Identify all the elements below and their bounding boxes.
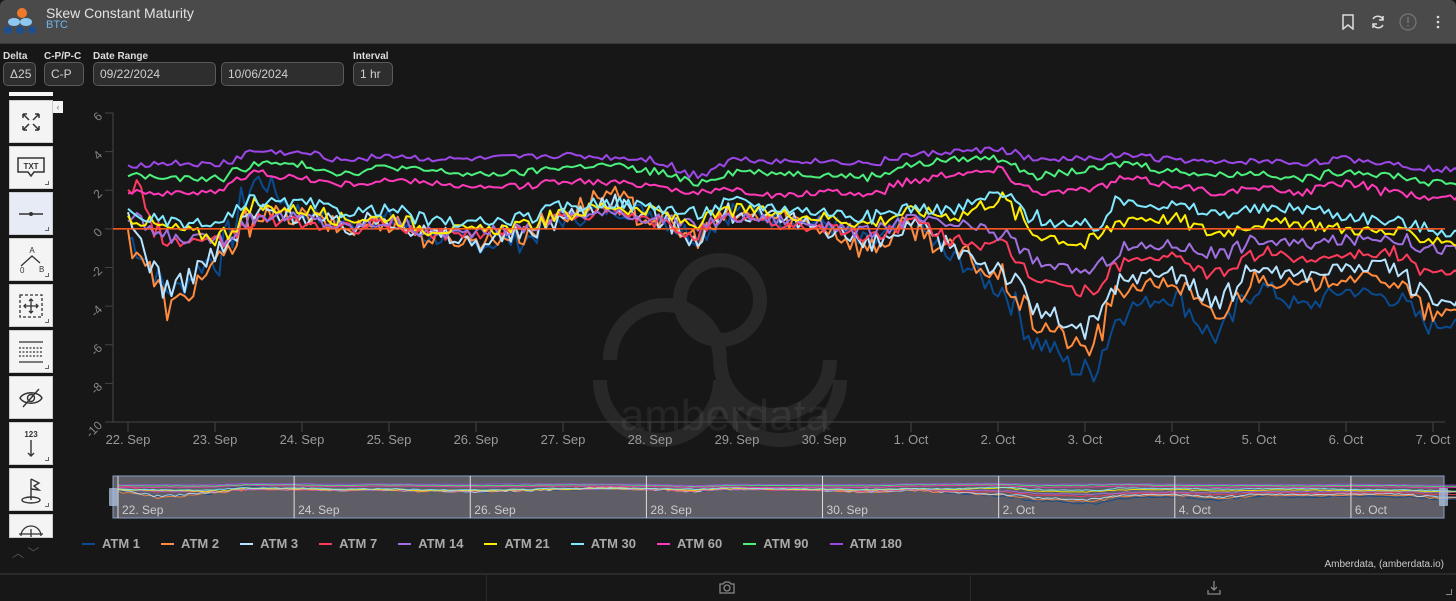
x-tick-label: 3. Oct — [1068, 432, 1103, 447]
legend-label: ATM 60 — [676, 536, 723, 551]
x-tick-label: 5. Oct — [1242, 432, 1277, 447]
x-tick-label: 4. Oct — [1155, 432, 1190, 447]
skew-chart: amberdata 6420-2-4-6-8-10 22. Sep 23. Sep… — [83, 109, 1456, 519]
legend-item[interactable]: ATM 2 — [161, 536, 219, 551]
legend-swatch — [161, 542, 175, 545]
toolbar-scroll-arrows[interactable]: ︿ ﹀ — [12, 544, 39, 561]
chart-legend: ATM 1 ATM 2 ATM 3 ATM 7 ATM 14 ATM 21 ATM 30 AT… — [82, 536, 923, 551]
legend-label: ATM 3 — [260, 536, 299, 551]
legend-item[interactable]: ATM 21 — [484, 536, 550, 551]
navigator-tick-label: 6. Oct — [1355, 503, 1388, 517]
y-axis: 6 4 2 0 -2 -4 -6 -8 -10 — [83, 109, 114, 440]
legend-item[interactable]: ATM 30 — [570, 536, 636, 551]
credits-link[interactable]: Amberdata, (amberdata.io) — [1324, 559, 1444, 570]
y-tick-label: -10 — [83, 418, 105, 440]
resize-handle[interactable] — [1446, 589, 1452, 595]
y-tick-label: 6 — [90, 109, 105, 124]
legend-item[interactable]: ATM 3 — [240, 536, 298, 551]
navigator-tick-label: 4. Oct — [1179, 503, 1212, 517]
bottom-bar — [0, 573, 1456, 601]
navigator[interactable]: 22. Sep 24. Sep 26. Sep 28. Sep 30. Sep 2. Oc… — [109, 475, 1456, 519]
legend-label: ATM 1 — [102, 536, 141, 551]
y-tick-label: -2 — [88, 263, 106, 281]
legend-label: ATM 30 — [590, 536, 636, 551]
legend-label: ATM 180 — [849, 536, 903, 551]
legend-swatch — [319, 542, 333, 545]
legend-item[interactable]: ATM 1 — [82, 536, 140, 551]
navigator-tick-label: 24. Sep — [298, 503, 340, 517]
x-tick-label: 1. Oct — [894, 432, 929, 447]
x-tick-label: 23. Sep — [193, 432, 238, 447]
legend-item[interactable]: ATM 14 — [398, 536, 463, 551]
y-tick-label: -4 — [88, 302, 106, 320]
legend-swatch — [484, 542, 498, 545]
legend-swatch — [570, 542, 584, 545]
x-tick-label: 26. Sep — [454, 432, 499, 447]
legend-swatch — [743, 542, 757, 545]
navigator-right-handle[interactable] — [1439, 488, 1448, 506]
x-tick-label: 28. Sep — [628, 432, 673, 447]
x-tick-label: 22. Sep — [106, 432, 151, 447]
navigator-left-handle[interactable] — [109, 488, 118, 506]
legend-item[interactable]: ATM 60 — [656, 536, 723, 551]
y-tick-label: 2 — [90, 186, 105, 201]
legend-item[interactable]: ATM 90 — [743, 536, 809, 551]
x-tick-label: 6. Oct — [1329, 432, 1364, 447]
legend-label: ATM 14 — [418, 536, 464, 551]
legend-item[interactable]: ATM 180 — [829, 536, 903, 551]
x-tick-label: 24. Sep — [280, 432, 325, 447]
y-tick-label: 0 — [90, 225, 105, 240]
download-icon[interactable] — [1206, 580, 1222, 601]
legend-swatch — [240, 542, 254, 545]
legend-swatch — [398, 542, 412, 545]
y-tick-label: 4 — [90, 148, 105, 163]
legend-label: ATM 2 — [181, 536, 220, 551]
series-lines — [113, 146, 1456, 383]
y-tick-label: -8 — [88, 379, 106, 397]
x-tick-label: 2. Oct — [981, 432, 1016, 447]
legend-item[interactable]: ATM 7 — [319, 536, 377, 551]
x-tick-label: 7. Oct — [1416, 432, 1451, 447]
x-tick-label: 25. Sep — [367, 432, 412, 447]
legend-swatch — [656, 542, 670, 545]
navigator-tick-label: 26. Sep — [474, 503, 516, 517]
legend-swatch — [82, 542, 95, 545]
x-tick-label: 29. Sep — [715, 432, 760, 447]
navigator-tick-label: 28. Sep — [650, 503, 692, 517]
y-tick-label: -6 — [88, 341, 106, 359]
x-tick-label: 27. Sep — [541, 432, 586, 447]
legend-label: ATM 90 — [763, 536, 809, 551]
navigator-tick-label: 2. Oct — [1003, 503, 1036, 517]
camera-icon[interactable] — [718, 580, 736, 600]
legend-swatch — [829, 542, 843, 545]
legend-label: ATM 21 — [504, 536, 550, 551]
navigator-tick-label: 30. Sep — [827, 503, 869, 517]
navigator-tick-label: 22. Sep — [122, 503, 164, 517]
x-tick-label: 30. Sep — [802, 432, 847, 447]
legend-label: ATM 7 — [339, 536, 378, 551]
